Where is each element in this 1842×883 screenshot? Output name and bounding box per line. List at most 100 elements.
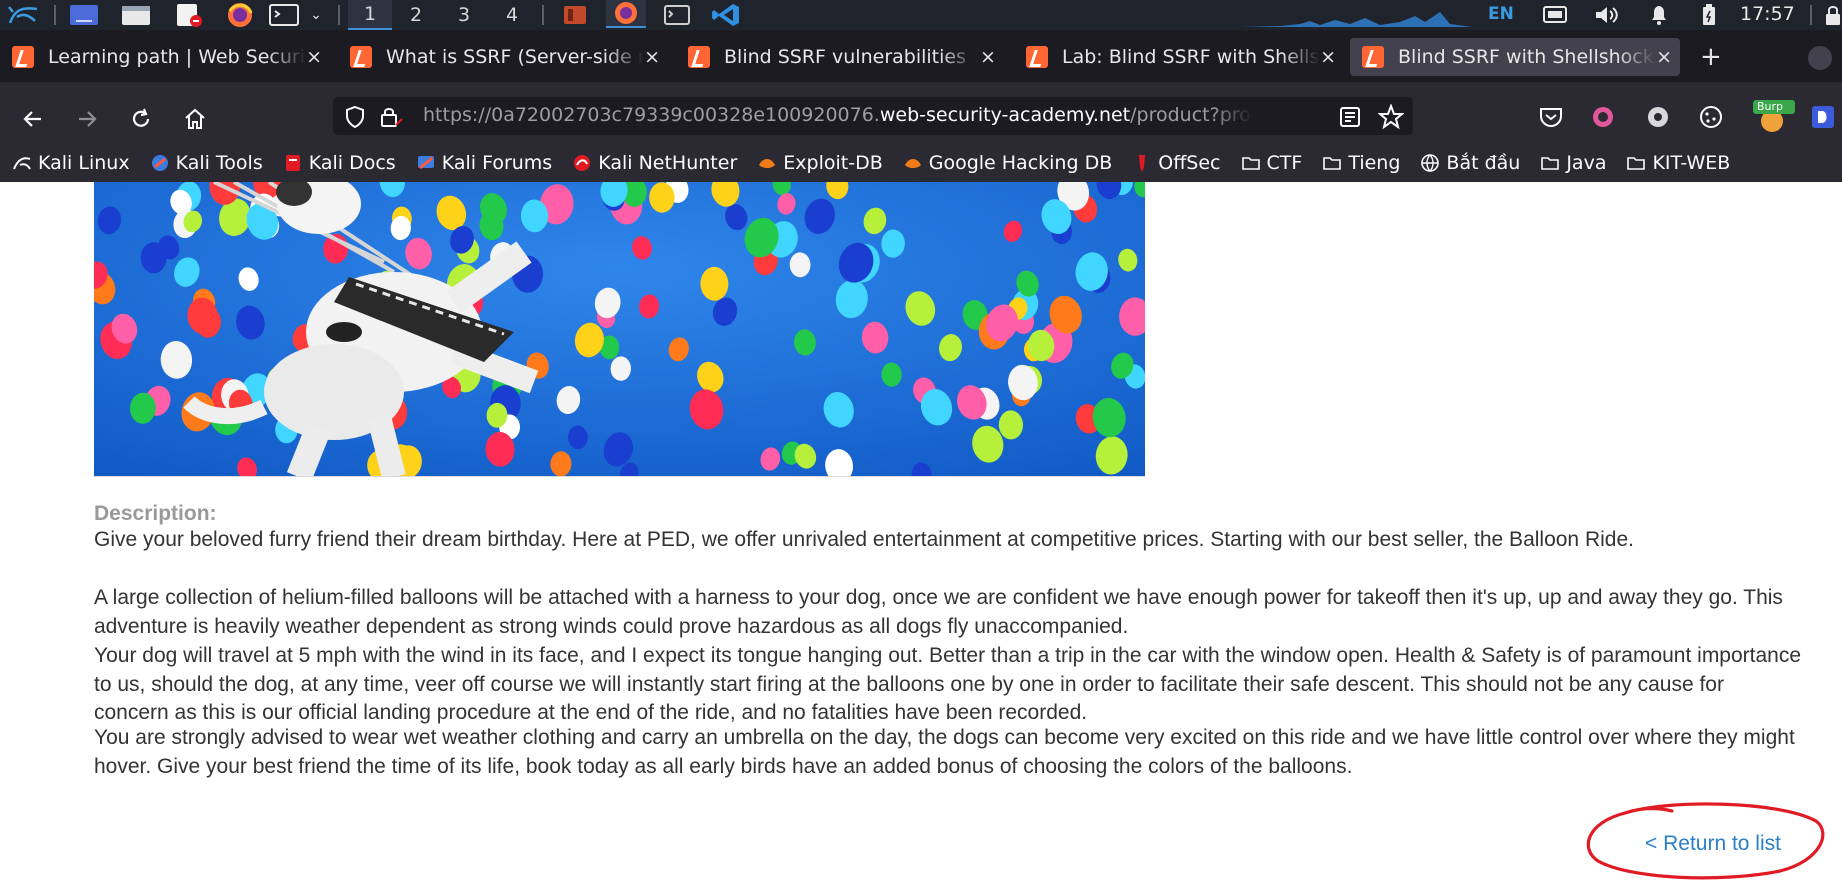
new-tab-button[interactable]: + [1700,44,1722,70]
offsec-icon [1139,155,1146,172]
bookmark-label: KIT-WEB [1652,152,1731,174]
firefox-task-icon[interactable] [606,0,646,28]
tab-blind-ssrf-vulnerabilities[interactable]: Blind SSRF vulnerabilities × [676,38,1006,76]
notifications-bell-icon[interactable] [1642,2,1676,28]
tracking-protection-shield-icon[interactable] [343,105,367,129]
tab-title: Blind SSRF with Shellshock exploitation [1398,46,1656,68]
reload-icon [132,108,150,127]
url-text[interactable]: https://0a72002703c79339c00328e100920076… [423,104,1253,126]
reader-view-icon[interactable] [1338,105,1362,129]
cookie-editor-icon[interactable] [1698,104,1724,130]
description-paragraph: You are strongly advised to wear wet wea… [94,726,1795,778]
description-paragraph: Your dog will travel at 5 mph with the w… [94,644,1802,724]
description-paragraph: A large collection of helium-filled ball… [94,586,1783,638]
description-paragraph: Give your beloved furry friend their dre… [94,528,1634,551]
kali-docs-icon [285,155,300,171]
bookmark-label: Kali Docs [308,152,396,174]
bookmark-folder-tieng[interactable]: Tieng [1322,152,1400,174]
kali-tools-icon [151,155,168,171]
portswigger-favicon-icon [1362,46,1384,68]
back-button[interactable] [18,104,48,134]
bookmark-label: Exploit-DB [783,152,883,174]
kali-dragon-icon [13,157,31,170]
keyboard-language-indicator[interactable]: EN [1488,4,1514,24]
bookmark-star-icon[interactable] [1378,104,1404,130]
terminal-launcher-icon[interactable] [266,2,302,28]
close-tab-icon[interactable]: × [1656,46,1672,68]
bookmark-label: Kali Linux [38,152,130,174]
forward-button[interactable] [72,104,102,134]
description-label: Description: [94,502,217,525]
address-bar[interactable]: https://0a72002703c79339c00328e100920076… [333,97,1413,135]
close-tab-icon[interactable]: × [978,46,998,68]
tab-what-is-ssrf[interactable]: What is SSRF (Server-side request forger… [338,38,668,76]
panel-separator [1810,5,1812,25]
tab-learning-path[interactable]: Learning path | Web Security Academy × [0,38,330,76]
pocket-icon[interactable] [1538,104,1564,130]
chevron-down-icon[interactable]: ⌄ [306,2,326,28]
network-graph-icon [1240,12,1472,27]
bookmark-kali-docs[interactable]: Kali Docs [283,152,396,174]
workspace-3[interactable]: 3 [442,0,486,30]
url-domain: web-security-academy.net [879,104,1131,126]
url-suffix: /product?productId=1 [1130,104,1253,126]
show-desktop-icon[interactable] [66,2,102,28]
bookmark-offsec[interactable]: OffSec [1132,152,1221,174]
close-tab-icon[interactable]: × [1320,46,1336,68]
bookmark-exploit-db[interactable]: Exploit-DB [757,152,883,174]
home-button[interactable] [180,104,210,134]
extension-d-icon[interactable] [1810,104,1842,130]
product-image [94,182,1145,477]
workspace-2[interactable]: 2 [394,0,438,30]
ghdb-icon [904,159,921,168]
browser-tab-strip: Learning path | Web Security Academy × W… [0,30,1842,82]
extension-hacker-icon[interactable] [1590,104,1616,130]
workspace-4[interactable]: 4 [490,0,534,30]
lock-screen-icon[interactable] [1822,2,1842,28]
bookmark-label: CTF [1266,152,1303,174]
firefox-launcher-icon[interactable] [222,2,258,28]
tab-lab-blind-ssrf[interactable]: Lab: Blind SSRF with Shellshock exploita… [1014,38,1344,76]
bookmark-kali-tools[interactable]: Kali Tools [150,152,263,174]
bookmark-label: Kali NetHunter [598,152,738,174]
forward-arrow-icon [79,111,97,127]
list-all-tabs-icon[interactable] [1808,46,1832,70]
bookmark-kali-forums[interactable]: Kali Forums [416,152,552,174]
bookmark-bat-dau[interactable]: Bắt đầu [1420,152,1520,174]
site-lock-icon[interactable] [379,105,405,129]
globe-icon [1421,154,1440,172]
panel-separator [54,5,56,25]
display-icon[interactable] [1538,2,1572,28]
bookmark-label: Tieng [1348,152,1401,174]
bookmark-kali-nethunter[interactable]: Kali NetHunter [572,152,737,174]
bookmark-folder-ctf[interactable]: CTF [1241,152,1303,174]
close-tab-icon[interactable]: × [644,46,660,68]
file-manager-icon[interactable] [118,2,154,28]
bookmark-label: OffSec [1158,152,1221,174]
panel-separator [338,5,340,25]
terminal-task-icon[interactable] [660,2,694,28]
bookmark-folder-java[interactable]: Java [1540,152,1606,174]
battery-icon[interactable] [1692,2,1726,28]
system-top-panel: ⌄ 1 2 3 4 EN 17:57 [0,0,1842,30]
burp-task-icon[interactable] [558,2,592,28]
tab-blind-ssrf-shellshock[interactable]: Blind SSRF with Shellshock exploitation … [1350,38,1680,76]
bookmark-google-hacking-db[interactable]: Google Hacking DB [903,152,1113,174]
workspace-1[interactable]: 1 [348,0,392,30]
folder-icon [1323,157,1342,170]
volume-icon[interactable] [1590,2,1624,28]
kali-menu-icon[interactable] [4,2,44,28]
bookmark-label: Google Hacking DB [928,152,1113,174]
kali-forums-icon [417,156,434,170]
reload-button[interactable] [126,104,156,134]
bookmark-kali-linux[interactable]: Kali Linux [12,152,130,174]
bookmark-folder-kit-web[interactable]: KIT-WEB [1626,152,1730,174]
close-tab-icon[interactable]: × [306,46,322,68]
foxyproxy-burp-icon[interactable]: Burp [1752,100,1796,134]
tab-title: Learning path | Web Security Academy [48,46,306,68]
clock[interactable]: 17:57 [1740,3,1795,25]
text-editor-icon[interactable] [170,2,206,28]
vscode-task-icon[interactable] [708,2,744,28]
extension-gear-icon[interactable] [1645,104,1671,130]
home-icon [185,108,205,129]
